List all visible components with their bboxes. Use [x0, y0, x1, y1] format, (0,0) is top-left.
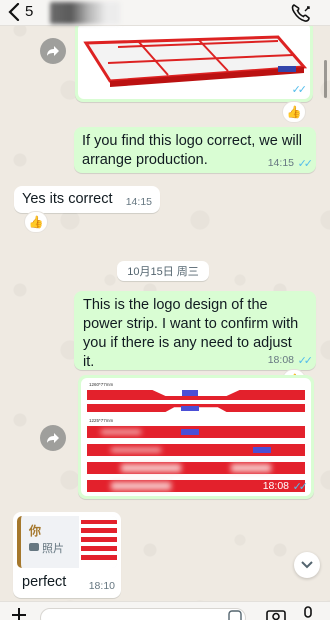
outgoing-message[interactable]: If you find this logo correct, we will a…	[74, 127, 316, 173]
forward-icon[interactable]	[40, 425, 66, 451]
message-time: 14:15	[125, 196, 152, 208]
logo-graphic	[253, 447, 271, 453]
outgoing-message[interactable]: This is the logo design of the power str…	[74, 291, 316, 370]
reaction-thumbs-up[interactable]: 👍	[24, 211, 48, 233]
dimension-label: 1225*77mm	[89, 418, 114, 423]
logo-graphic	[181, 406, 199, 411]
logo-graphic	[182, 390, 198, 396]
chevron-down-icon	[301, 561, 313, 569]
sticker-icon[interactable]	[228, 610, 242, 620]
forward-icon[interactable]	[40, 38, 66, 64]
message-time: 18:08	[262, 480, 289, 492]
chat-header: 5	[0, 0, 330, 26]
image-content: 13:07 ✓✓	[78, 23, 310, 99]
unread-count[interactable]: 5	[25, 3, 33, 20]
image-message[interactable]: 13:07 ✓✓	[75, 20, 313, 102]
read-ticks-icon: ✓✓	[297, 158, 314, 170]
message-time: 18:08	[267, 354, 294, 366]
composer-bar	[0, 601, 330, 620]
incoming-message[interactable]: Yes its correct 14:15	[14, 186, 160, 213]
read-ticks-icon: ✓✓	[297, 355, 314, 367]
power-strip-graphic	[87, 462, 305, 474]
image-message[interactable]: 1260*77mm 1225*77mm 18:08 ✓✓	[78, 375, 314, 499]
message-time: 14:15	[267, 157, 294, 169]
microphone-icon[interactable]	[302, 606, 314, 620]
read-ticks-icon: ✓✓	[292, 481, 309, 493]
scroll-indicator	[324, 60, 327, 98]
message-time: 18:10	[88, 580, 115, 592]
quote-type: 照片	[42, 543, 64, 555]
quote-thumbnail	[79, 516, 117, 568]
chevron-left-icon[interactable]	[7, 3, 21, 21]
message-input[interactable]	[40, 608, 246, 620]
redacted-area	[111, 482, 171, 490]
redacted-area	[111, 448, 161, 452]
scroll-to-bottom-button[interactable]	[294, 552, 320, 578]
plus-icon[interactable]	[11, 607, 27, 620]
camera-icon[interactable]	[266, 607, 286, 620]
message-text: Yes its correct	[22, 191, 113, 207]
camera-icon	[29, 543, 39, 551]
quoted-message[interactable]: 你 照片	[17, 516, 117, 568]
image-content: 1260*77mm 1225*77mm 18:08 ✓✓	[81, 378, 311, 496]
message-time: 13:07	[261, 83, 288, 95]
phone-icon[interactable]	[290, 3, 312, 23]
incoming-message[interactable]: 你 照片 perfect 18:10	[13, 512, 121, 598]
redacted-area	[121, 464, 181, 472]
read-ticks-icon: ✓✓	[291, 84, 308, 96]
dimension-label: 1260*77mm	[89, 382, 114, 387]
quote-author: 你	[29, 524, 42, 538]
redacted-area	[101, 430, 141, 434]
logo-graphic	[181, 429, 199, 435]
contact-avatar-name-blurred[interactable]	[50, 2, 120, 24]
redacted-area	[231, 464, 271, 472]
message-text: perfect	[22, 574, 67, 590]
date-separator: 10月15日 周三	[117, 261, 209, 281]
reaction-thumbs-up[interactable]: 👍	[282, 101, 306, 123]
